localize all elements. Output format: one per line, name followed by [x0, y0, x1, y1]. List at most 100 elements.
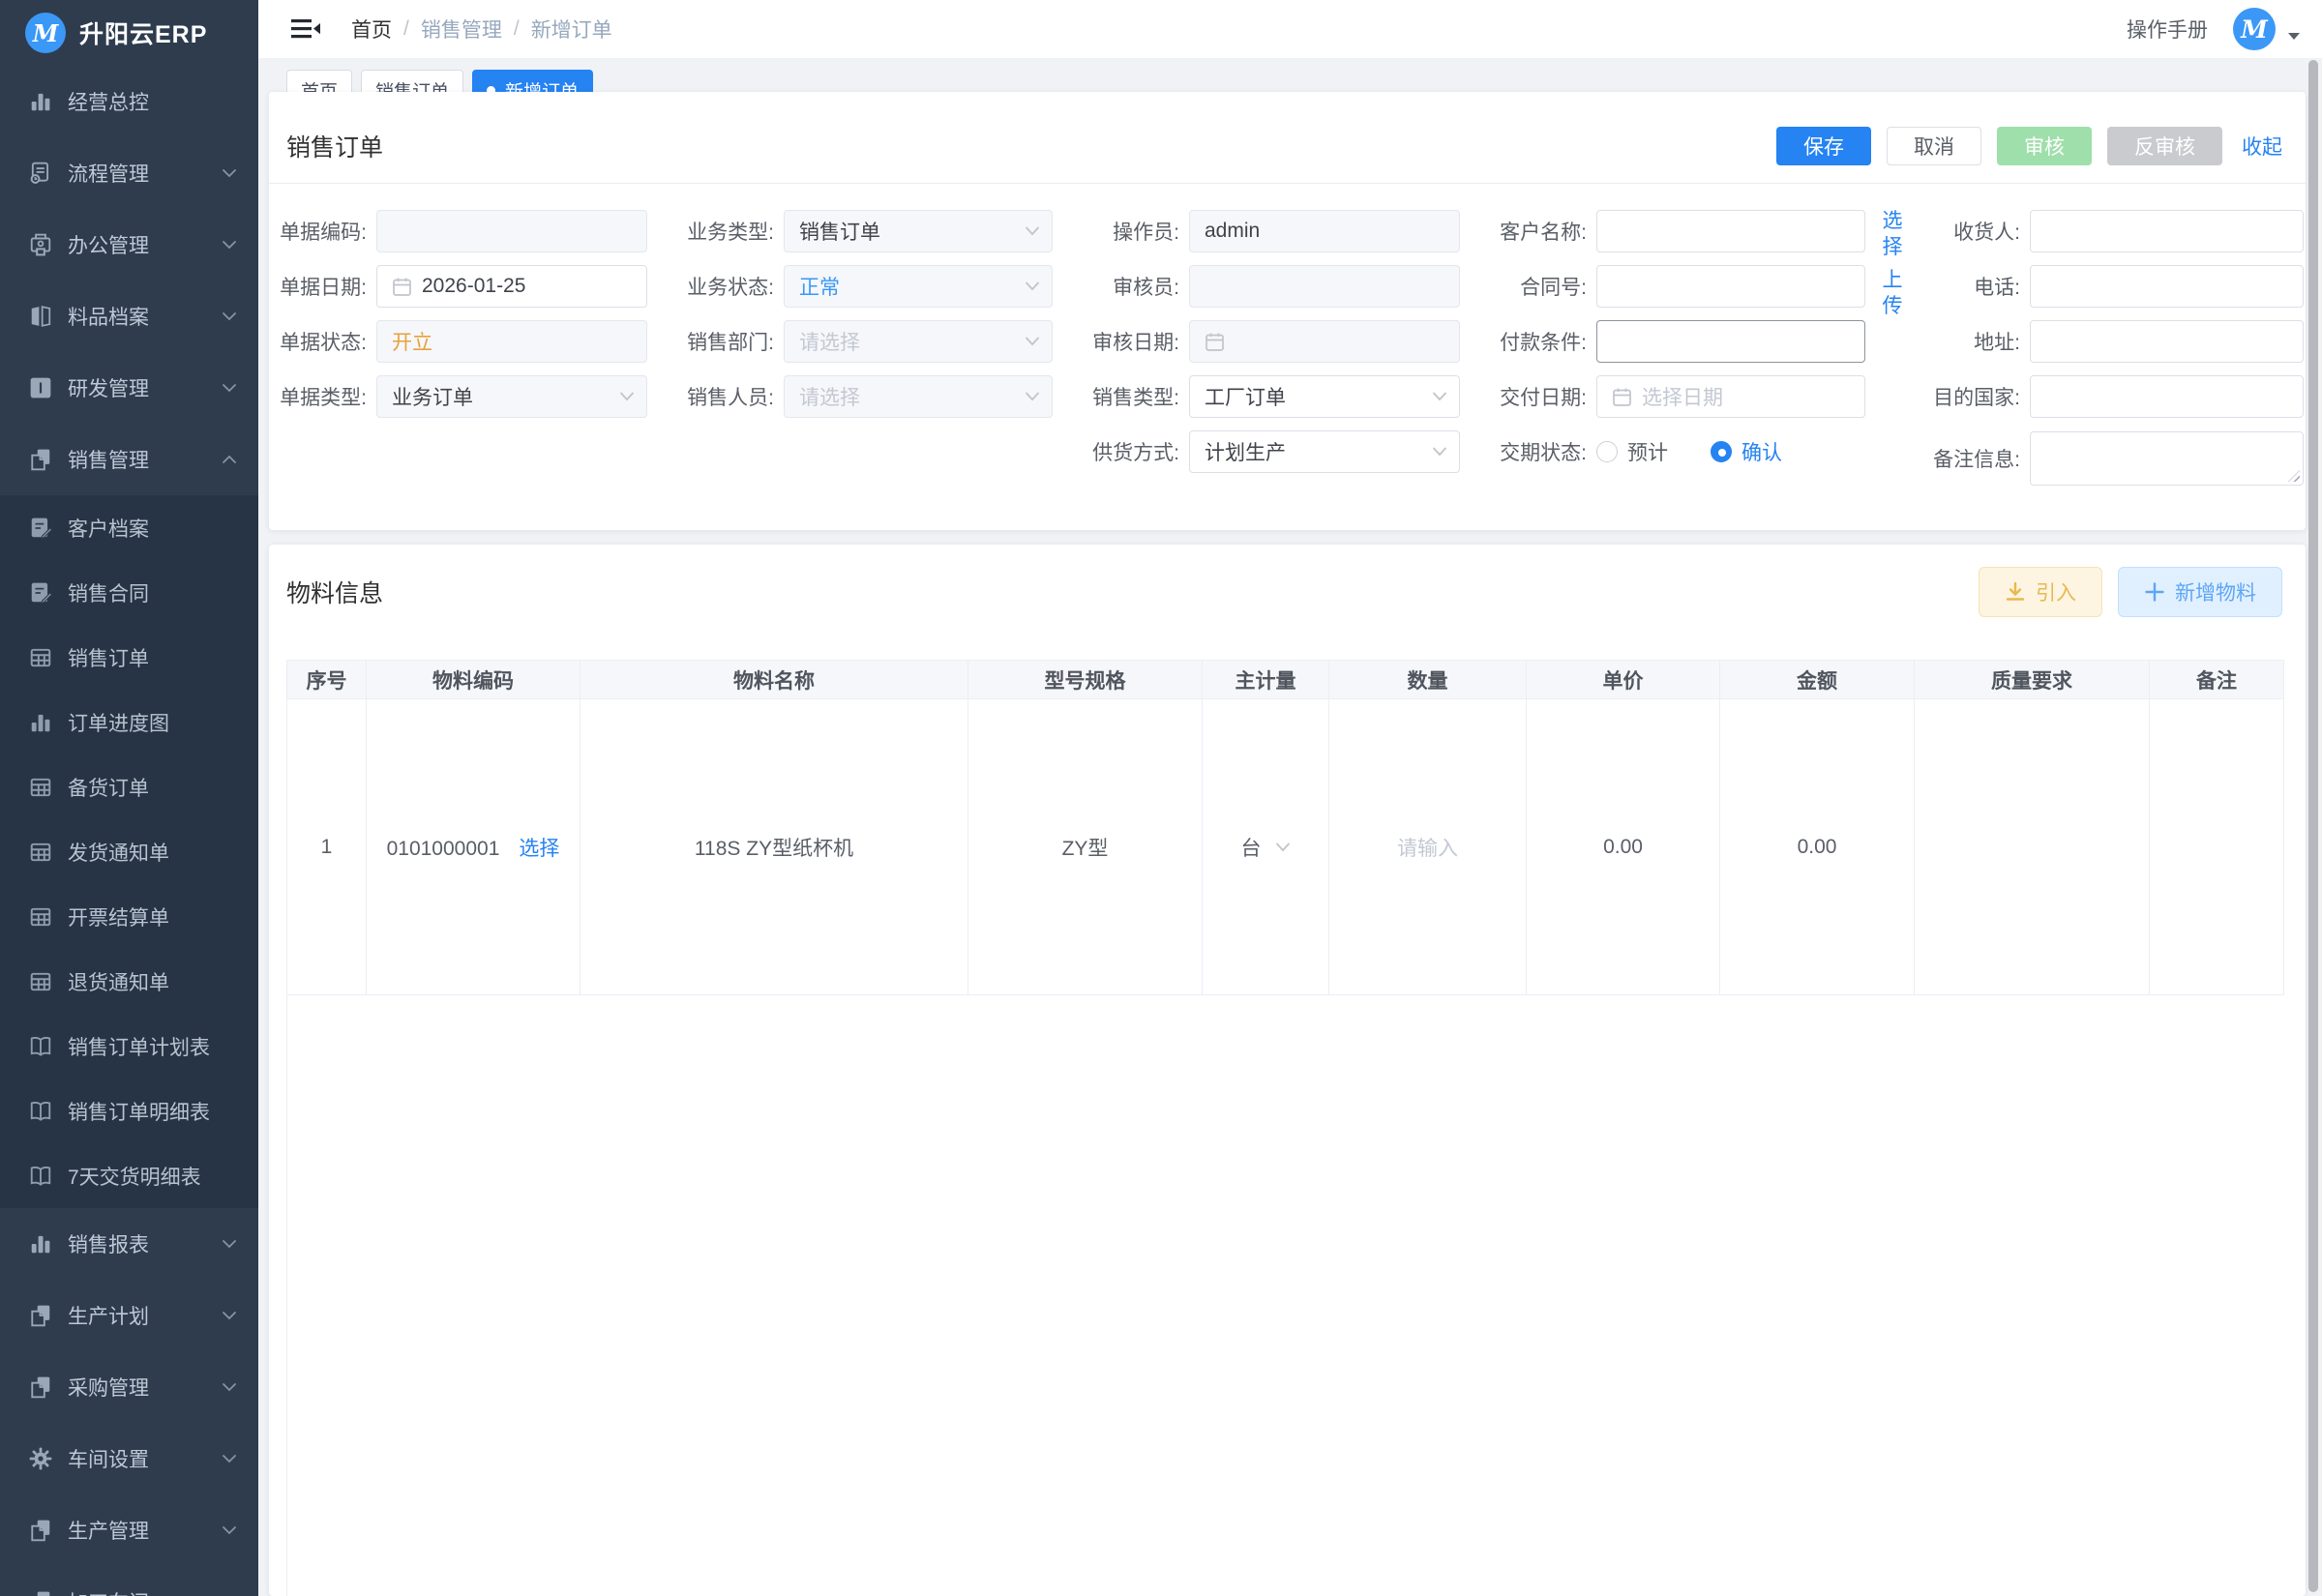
- consignee-input[interactable]: [2030, 210, 2304, 252]
- doc-date-input[interactable]: 2026-01-25: [376, 265, 647, 308]
- save-button[interactable]: 保存: [1776, 127, 1871, 165]
- remark-cell[interactable]: [2149, 698, 2284, 995]
- address-input[interactable]: [2030, 320, 2304, 363]
- delivery-status-radio-label[interactable]: 确认: [1742, 437, 1782, 466]
- unit-select[interactable]: 台: [1241, 833, 1291, 862]
- sidebar-item-备货订单[interactable]: 备货订单: [0, 754, 258, 819]
- delivery-status-radio-确认[interactable]: [1711, 441, 1732, 462]
- tab-销售订单[interactable]: 销售订单: [361, 70, 464, 92]
- calendar-icon: [1205, 332, 1225, 352]
- price-cell[interactable]: 0.00: [1526, 698, 1720, 995]
- sidebar-item-生产管理[interactable]: 生产管理: [0, 1494, 258, 1566]
- column-header-金额: 金额: [1719, 660, 1915, 699]
- tab-首页[interactable]: 首页: [286, 70, 353, 92]
- sidebar-item-办公管理[interactable]: 办公管理: [0, 209, 258, 281]
- user-avatar[interactable]: M: [2233, 8, 2276, 50]
- doc-type-select[interactable]: 业务订单: [376, 375, 647, 418]
- auditor-input[interactable]: [1189, 265, 1460, 308]
- sales-order-card: 销售订单 保存 取消 审核 反审核 收起 单据编码: 单据日期: 2026-01-2…: [269, 92, 2306, 611]
- user-menu-caret-icon[interactable]: [2287, 32, 2301, 41]
- biz-status-select[interactable]: 正常: [784, 265, 1053, 308]
- contract-no-input[interactable]: [1596, 265, 1865, 308]
- doc-status-input[interactable]: 开立: [376, 320, 647, 363]
- qty-cell[interactable]: 请输入: [1328, 698, 1527, 995]
- sidebar-item-生产计划[interactable]: 生产计划: [0, 1280, 258, 1351]
- form-row-operator: 操作员: admin: [1087, 210, 1460, 252]
- delivery-status-radio-预计[interactable]: [1596, 441, 1618, 462]
- audit-button[interactable]: 审核: [1997, 127, 2092, 165]
- delivery-date-input[interactable]: 选择日期: [1596, 375, 1865, 418]
- tab-label: 新增订单: [505, 81, 580, 93]
- sidebar-item-流程管理[interactable]: 流程管理: [0, 137, 258, 209]
- sidebar-item-采购管理[interactable]: 采购管理: [0, 1351, 258, 1423]
- calendar-icon: [1612, 387, 1632, 407]
- material-card-title: 物料信息: [286, 580, 384, 607]
- sales-person-select[interactable]: 请选择: [784, 375, 1053, 418]
- sales-type-select[interactable]: 工厂订单: [1189, 375, 1460, 418]
- sidebar-item-车间设置[interactable]: 车间设置: [0, 1423, 258, 1494]
- form-row-audit-date: 审核日期:: [1087, 320, 1460, 363]
- tab-bar: 首页 销售订单 新增订单: [258, 58, 2322, 92]
- operator-input[interactable]: admin: [1189, 210, 1460, 252]
- sales-dept-label: 销售部门:: [687, 332, 774, 354]
- cancel-button[interactable]: 取消: [1887, 127, 1981, 165]
- tab-新增订单[interactable]: 新增订单: [472, 70, 594, 93]
- app-logo: M 升阳云ERP: [0, 0, 258, 66]
- breadcrumb-item-首页[interactable]: 首页: [351, 15, 392, 44]
- quality-cell[interactable]: [1914, 698, 2150, 995]
- contract-no-control: [1596, 265, 1865, 308]
- sidebar-item-7天交货明细表[interactable]: 7天交货明细表: [0, 1143, 258, 1208]
- sidebar-collapse-icon[interactable]: [291, 18, 320, 40]
- customer-upload-link[interactable]: 上 传: [1879, 267, 1906, 319]
- sidebar-item-销售报表[interactable]: 销售报表: [0, 1208, 258, 1280]
- remark-info-textarea[interactable]: [2030, 431, 2304, 486]
- payment-terms-input[interactable]: [1596, 320, 1865, 363]
- doc-code-input[interactable]: [376, 210, 647, 252]
- sales-dept-select[interactable]: 请选择: [784, 320, 1053, 363]
- customer-name-control: [1596, 210, 1865, 252]
- unaudit-button[interactable]: 反审核: [2107, 127, 2222, 165]
- biz-type-select[interactable]: 销售订单: [784, 210, 1053, 252]
- sidebar-item-销售订单明细表[interactable]: 销售订单明细表: [0, 1079, 258, 1143]
- breadcrumb-item-销售管理[interactable]: 销售管理: [421, 15, 502, 44]
- delivery-status-label: 交期状态:: [1500, 442, 1587, 464]
- sidebar-item-研发管理[interactable]: I 研发管理: [0, 352, 258, 424]
- sidebar-item-销售订单计划表[interactable]: 销售订单计划表: [0, 1014, 258, 1079]
- order-actions: 保存 取消 审核 反审核 收起: [1761, 127, 2282, 165]
- material-select-link[interactable]: 选择: [519, 838, 559, 860]
- customer-select-link[interactable]: 选 择: [1879, 208, 1906, 260]
- chart-icon: [29, 1232, 52, 1256]
- sidebar-item-退货通知单[interactable]: 退货通知单: [0, 949, 258, 1014]
- collapse-link[interactable]: 收起: [2242, 132, 2282, 161]
- sidebar-item-开票结算单[interactable]: 开票结算单: [0, 884, 258, 949]
- supply-mode-select[interactable]: 计划生产: [1189, 430, 1460, 473]
- sidebar-item-料品档案[interactable]: 料品档案: [0, 281, 258, 352]
- delivery-date-control: 选择日期: [1596, 375, 1865, 418]
- add-material-button[interactable]: 新增物料: [2118, 567, 2282, 617]
- import-button[interactable]: 引入: [1979, 567, 2102, 617]
- doc-status-control: 开立: [376, 320, 647, 363]
- customer-name-input[interactable]: [1596, 210, 1865, 252]
- sidebar-item-销售合同[interactable]: 销售合同: [0, 560, 258, 625]
- sidebar-item-销售管理[interactable]: 销售管理: [0, 424, 258, 495]
- name-cell: 118S ZY型纸杯机: [580, 698, 968, 995]
- phone-input[interactable]: [2030, 265, 2304, 308]
- sidebar-item-经营总控[interactable]: 经营总控: [0, 66, 258, 137]
- sidebar-item-订单进度图[interactable]: 订单进度图: [0, 690, 258, 754]
- payment-terms-label: 付款条件:: [1500, 332, 1587, 354]
- delivery-status-radio-label[interactable]: 预计: [1627, 437, 1668, 466]
- qty-cell-value[interactable]: 请输入: [1397, 838, 1458, 860]
- chevron-up-icon: [222, 455, 237, 464]
- sidebar-item-label: 销售订单计划表: [68, 1036, 210, 1059]
- price-cell-value[interactable]: 0.00: [1603, 836, 1643, 858]
- audit-date-input[interactable]: [1189, 320, 1460, 363]
- sidebar-item-销售订单[interactable]: 销售订单: [0, 625, 258, 690]
- vertical-scrollbar-thumb[interactable]: [2308, 60, 2318, 1592]
- sidebar-item-加工车间[interactable]: 加工车间: [0, 1566, 258, 1596]
- calendar-icon: [392, 277, 412, 297]
- dest-country-input[interactable]: [2030, 375, 2304, 418]
- sidebar-item-发货通知单[interactable]: 发货通知单: [0, 819, 258, 884]
- manual-link[interactable]: 操作手册: [2127, 15, 2208, 44]
- doc-type-label: 单据类型:: [280, 387, 367, 409]
- sidebar-item-客户档案[interactable]: 客户档案: [0, 495, 258, 560]
